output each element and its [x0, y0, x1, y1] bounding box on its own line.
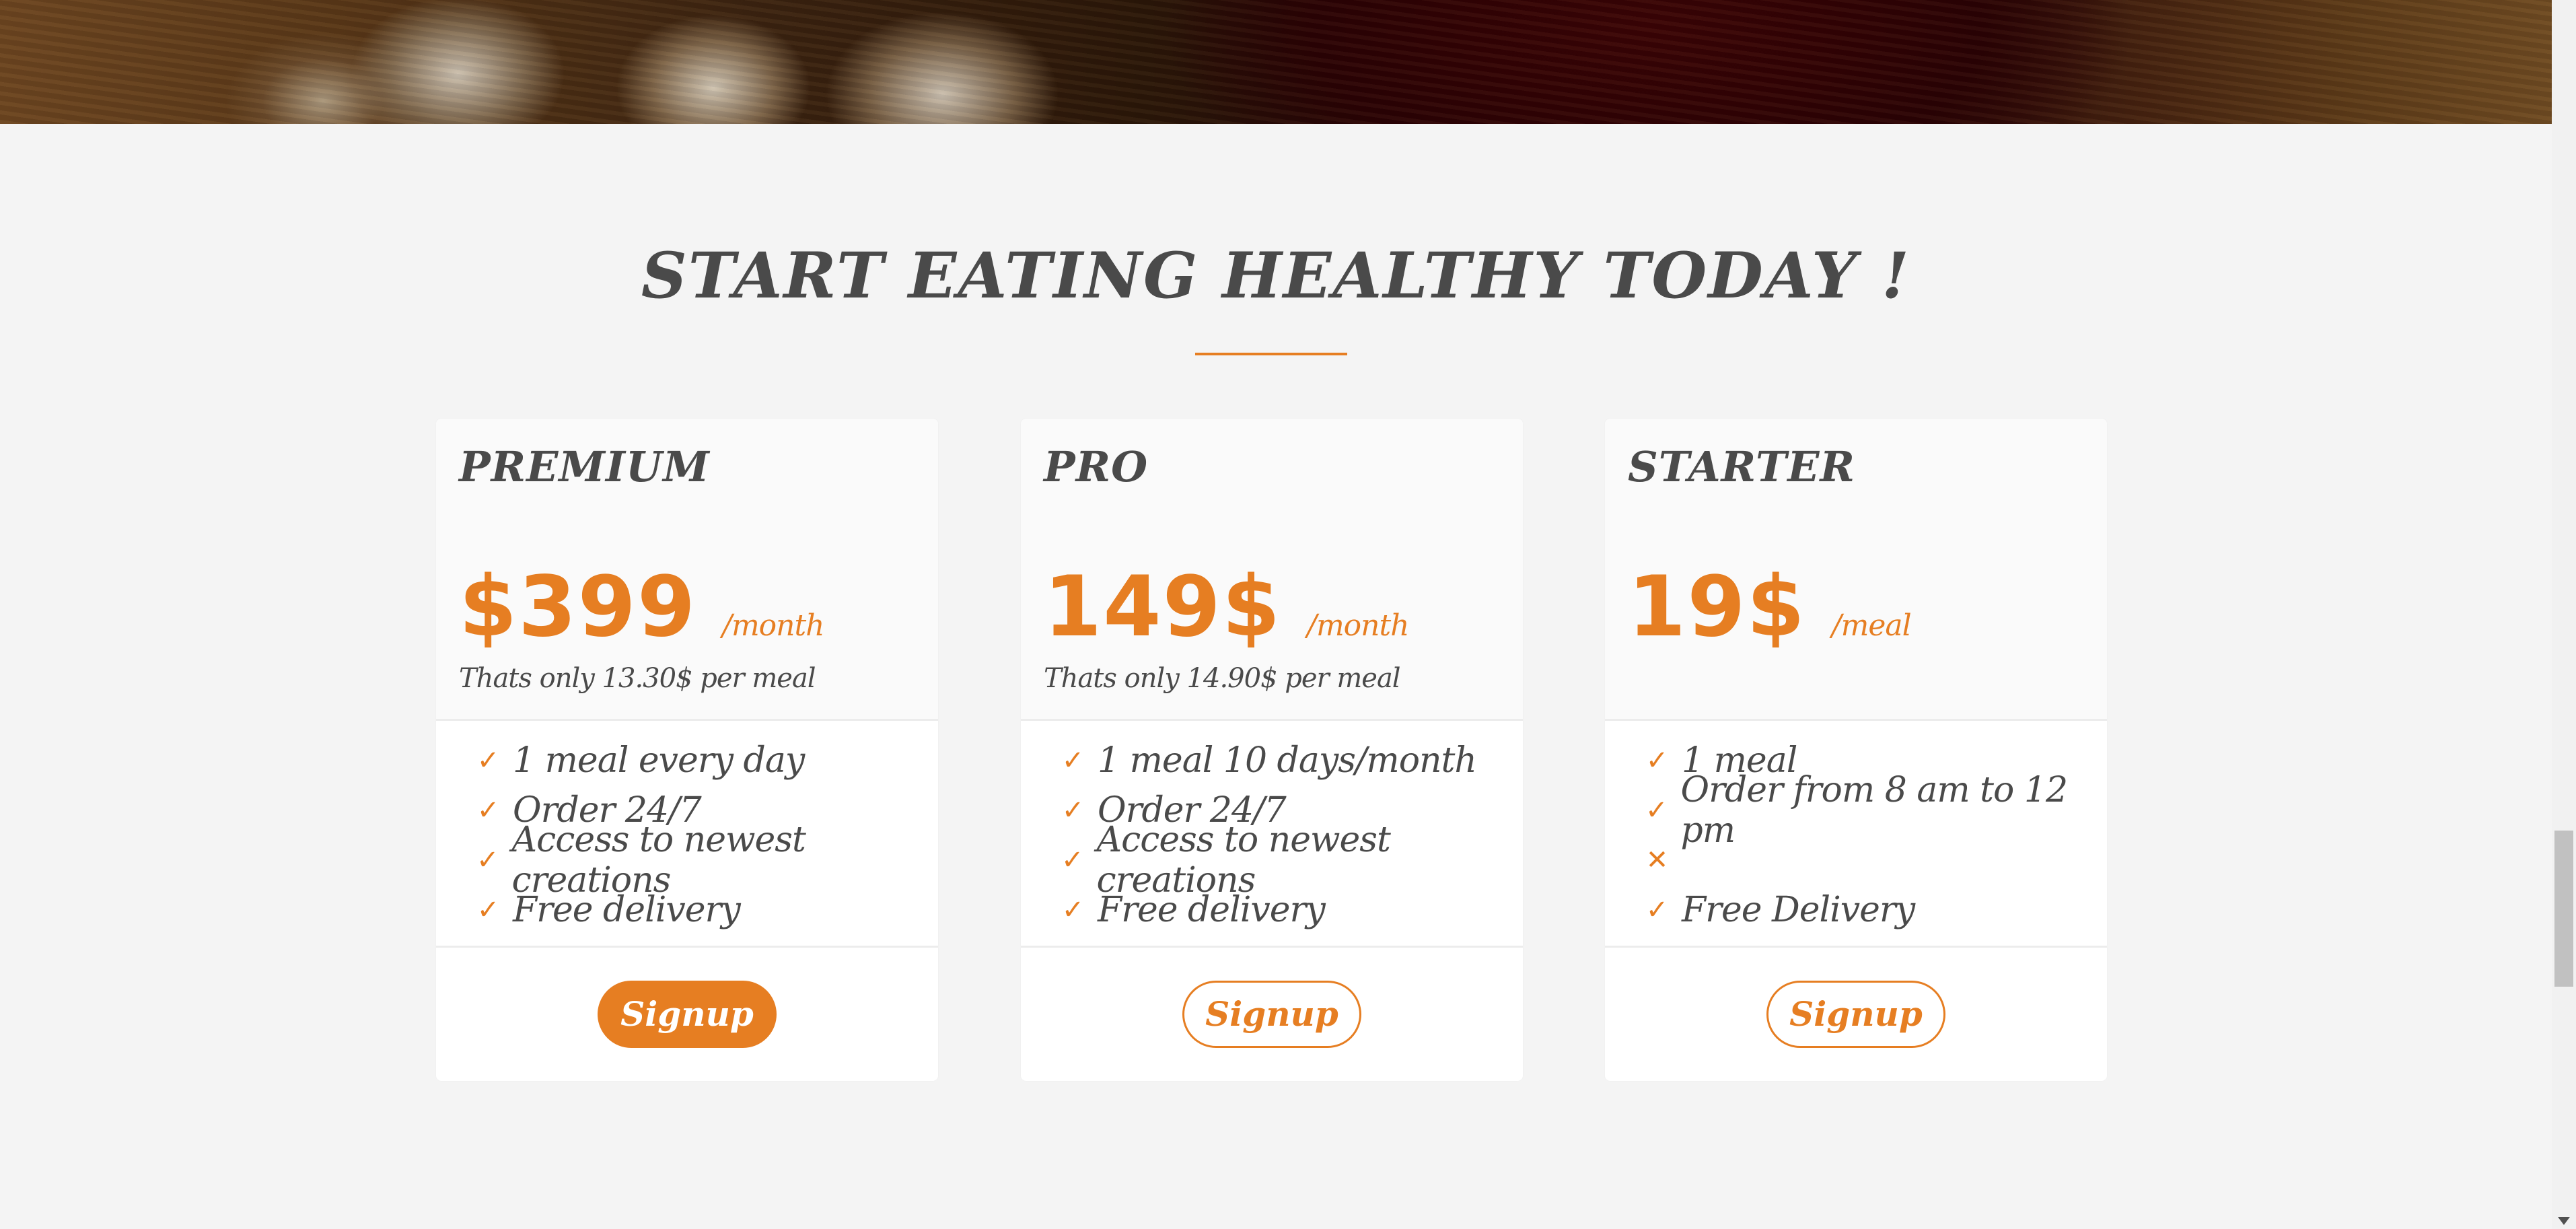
feature-text: Free delivery [1098, 890, 1326, 930]
signup-button-starter[interactable]: Signup [1766, 981, 1945, 1048]
page-scrollbar[interactable] [2552, 0, 2576, 1229]
plan-period: /month [722, 608, 824, 643]
feature-item: ✓ Order from 8 am to 12 pm [1605, 770, 2107, 851]
plan-footer: Signup [1605, 948, 2107, 1081]
check-icon: ✓ [476, 795, 500, 826]
plan-footer: Signup [436, 948, 938, 1081]
feature-text: Access to newest creations [1096, 820, 1391, 901]
feature-text: Access to newest creations [511, 820, 806, 901]
feature-text: 1 meal 10 days/month [1098, 740, 1477, 781]
plan-footer: Signup [1021, 948, 1523, 1081]
plan-per-meal: Thats only 14.90$ per meal [1044, 663, 1401, 694]
check-icon: ✓ [1645, 894, 1669, 925]
check-icon: ✓ [476, 845, 499, 876]
feature-item: ✓ Access to newest creations [1021, 820, 1523, 901]
plan-price: $399 [459, 559, 697, 656]
title-divider [1195, 353, 1347, 355]
plan-card-starter: STARTER 19$ /meal ✓ 1 meal ✓ Order from 8 … [1605, 419, 2107, 1081]
feature-list: ✓ 1 meal 10 days/month ✓ Order 24/7 ✓ Acces… [1021, 721, 1523, 948]
plan-header: PRO 149$ /month Thats only 14.90$ per me… [1021, 419, 1523, 721]
scroll-thumb[interactable] [2554, 831, 2573, 987]
check-icon: ✓ [476, 894, 500, 925]
plan-per-meal: Thats only 13.30$ per meal [459, 663, 816, 694]
plan-header: PREMIUM $399 /month Thats only 13.30$ pe… [436, 419, 938, 721]
feature-item: ✓ Free Delivery [1605, 885, 2107, 935]
price-line: $399 /month [459, 559, 825, 656]
feature-text: Order from 8 am to 12 pm [1680, 770, 2069, 851]
section-title: START EATING HEALTHY TODAY ! [641, 239, 1911, 313]
feature-item: ✓ Access to newest creations [436, 820, 938, 901]
feature-item: ✓ 1 meal every day [436, 736, 938, 785]
price-line: 19$ /meal [1628, 559, 1912, 656]
check-icon: ✓ [476, 745, 500, 776]
check-icon: ✓ [1061, 894, 1085, 925]
check-icon: ✓ [1645, 795, 1668, 826]
signup-button-pro[interactable]: Signup [1182, 981, 1361, 1048]
close-icon: ✕ [1645, 845, 1669, 876]
plan-name: STARTER [1628, 442, 1855, 491]
feature-text: 1 meal every day [513, 740, 805, 781]
plan-price: 149$ [1044, 559, 1282, 656]
feature-text: Free Delivery [1682, 890, 1915, 930]
price-line: 149$ /month [1044, 559, 1410, 656]
check-icon: ✓ [1645, 745, 1669, 776]
plan-card-premium: PREMIUM $399 /month Thats only 13.30$ pe… [436, 419, 938, 1081]
feature-item: ✓ 1 meal 10 days/month [1021, 736, 1523, 785]
plan-name: PRO [1044, 442, 1149, 491]
hero-food-image [0, 0, 2552, 124]
plan-header: STARTER 19$ /meal [1605, 419, 2107, 721]
feature-text: Free delivery [513, 890, 741, 930]
check-icon: ✓ [1061, 795, 1085, 826]
plan-card-pro: PRO 149$ /month Thats only 14.90$ per me… [1021, 419, 1523, 1081]
check-icon: ✓ [1061, 745, 1085, 776]
plan-name: PREMIUM [459, 442, 710, 491]
plan-price: 19$ [1628, 559, 1806, 656]
feature-list: ✓ 1 meal every day ✓ Order 24/7 ✓ Access to… [436, 721, 938, 948]
feature-list: ✓ 1 meal ✓ Order from 8 am to 12 pm ✕ ✓ Fre… [1605, 721, 2107, 948]
plan-period: /month [1307, 608, 1409, 643]
signup-button-premium[interactable]: Signup [598, 981, 777, 1048]
check-icon: ✓ [1061, 845, 1084, 876]
plan-period: /meal [1831, 608, 1912, 643]
scroll-down-arrow-icon[interactable] [2558, 1217, 2570, 1225]
